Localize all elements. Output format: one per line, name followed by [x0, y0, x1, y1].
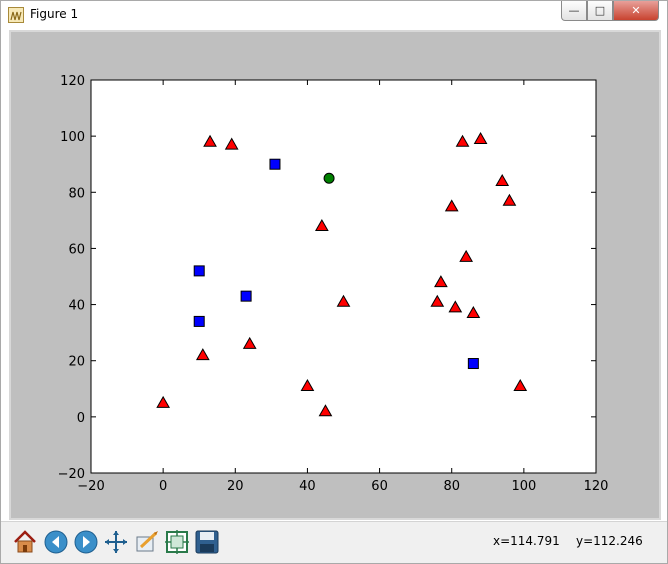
forward-button[interactable] [71, 527, 101, 557]
close-button[interactable]: ✕ [613, 1, 659, 21]
circle-point [323, 172, 335, 184]
maximize-button[interactable]: □ [587, 1, 613, 21]
y-tick-label: 60 [68, 242, 85, 257]
square-point [467, 358, 479, 370]
y-tick-label: 100 [60, 130, 85, 145]
pan-button[interactable] [101, 527, 131, 557]
x-tick-label: 80 [443, 479, 460, 494]
scatter-plot: −20 0 20 40 60 80 100 120−20020406080100120 [58, 74, 609, 494]
x-tick-label: 100 [511, 479, 536, 494]
window-title: Figure 1 [30, 7, 79, 21]
subplots-button[interactable] [162, 527, 192, 557]
maximize-icon: □ [594, 4, 606, 17]
y-tick-label: 80 [68, 186, 85, 201]
square-point [240, 290, 252, 302]
minimize-icon: — [568, 4, 580, 17]
close-icon: ✕ [631, 4, 641, 17]
figure-window: Figure 1 — □ ✕ −20 0 20 40 60 80 100 120 −20 0 20 4… [0, 0, 668, 564]
y-tick-label: −20 [58, 467, 85, 482]
pan-icon [105, 531, 127, 553]
zoom-icon [136, 531, 158, 552]
title-bar[interactable]: Figure 1 — □ ✕ [1, 1, 667, 29]
x-coordinate-readout: x=114.791 [493, 534, 560, 548]
save-icon [195, 530, 219, 554]
subplots-icon [165, 530, 189, 554]
y-tick-label: 120 [60, 74, 85, 89]
back-button[interactable] [41, 527, 71, 557]
y-tick-label: 40 [68, 299, 85, 314]
axes-frame [90, 79, 597, 474]
x-tick-label: 120 [584, 479, 609, 494]
back-icon [44, 530, 68, 554]
figure-area[interactable]: −20 0 20 40 60 80 100 120 −20 0 20 40 60 80 100 120 [9, 30, 661, 520]
square-point [193, 265, 205, 277]
home-icon [14, 530, 36, 553]
square-point [269, 158, 281, 170]
forward-icon [74, 530, 98, 554]
x-tick-label: 60 [371, 479, 388, 494]
minimize-button[interactable]: — [561, 1, 587, 21]
app-icon [8, 7, 24, 23]
save-button[interactable] [192, 527, 222, 557]
x-tick-label: 20 [227, 479, 244, 494]
square-point [193, 315, 205, 327]
y-coordinate-readout: y=112.246 [576, 534, 643, 548]
y-tick-label: 0 [77, 411, 85, 426]
x-tick-label: 40 [299, 479, 316, 494]
home-button[interactable] [10, 527, 40, 557]
y-tick-label: 20 [68, 355, 85, 370]
x-tick-label: 0 [159, 479, 167, 494]
navigation-toolbar: x=114.791 y=112.246 [1, 521, 667, 563]
zoom-button[interactable] [132, 527, 162, 557]
